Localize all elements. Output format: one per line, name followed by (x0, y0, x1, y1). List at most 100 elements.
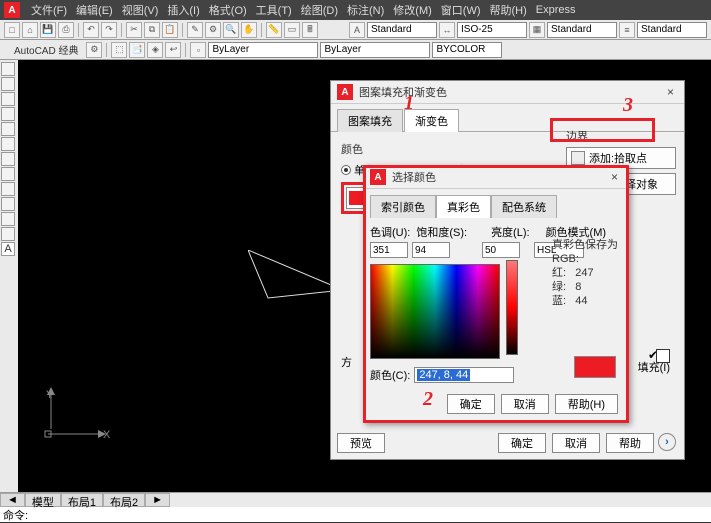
app-icon: A (4, 2, 20, 18)
ellipse-tool-icon[interactable] (1, 137, 15, 151)
help-button[interactable]: 帮助 (606, 433, 654, 453)
tool-icon[interactable]: ⚙ (205, 22, 221, 38)
hue-input[interactable]: 351 (370, 242, 408, 258)
border-group-label: 边界 (566, 128, 676, 144)
dimstyle-icon[interactable]: ↔ (439, 22, 455, 38)
copy-icon[interactable]: ⧉ (144, 22, 160, 38)
plot-icon[interactable]: ⎙ (58, 22, 74, 38)
mlstyle-dropdown[interactable]: Standard (637, 22, 707, 38)
menu-express[interactable]: Express (532, 3, 580, 17)
color-cancel-button[interactable]: 取消 (501, 394, 549, 414)
tab-gradient[interactable]: 渐变色 (404, 109, 459, 132)
hatch-dialog-titlebar[interactable]: A 图案填充和渐变色 × (331, 81, 684, 104)
tab-hatch[interactable]: 图案填充 (337, 109, 403, 132)
luminance-bar[interactable] (506, 260, 518, 355)
menu-modify[interactable]: 修改(M) (389, 1, 436, 19)
ucs-x-label: X (103, 429, 110, 441)
mlstyle-icon[interactable]: ≡ (619, 22, 635, 38)
ctab-true[interactable]: 真彩色 (436, 195, 491, 218)
model-tab[interactable]: 模型 (25, 493, 61, 507)
close-icon[interactable]: × (663, 85, 678, 99)
rect-tool-icon[interactable] (1, 122, 15, 136)
undo-icon[interactable]: ↶ (83, 22, 99, 38)
hatch-tool-icon[interactable] (1, 152, 15, 166)
side-toolbar: A (0, 60, 18, 492)
color-ok-button[interactable]: 确定 (447, 394, 495, 414)
menu-view[interactable]: 视图(V) (118, 1, 163, 19)
cut-icon[interactable]: ✂ (126, 22, 142, 38)
lum-label: 亮度(L): (491, 224, 530, 240)
menu-edit[interactable]: 编辑(E) (72, 1, 117, 19)
linetype-dropdown[interactable]: ByLayer (320, 42, 430, 58)
style-icon[interactable]: A (349, 22, 365, 38)
menu-insert[interactable]: 插入(I) (163, 1, 203, 19)
expand-icon[interactable]: › (658, 433, 676, 451)
ok-button[interactable]: 确定 (498, 433, 546, 453)
move-tool-icon[interactable] (1, 197, 15, 211)
pan-icon[interactable]: ✋ (241, 22, 257, 38)
layer-color-dropdown[interactable]: ByLayer (208, 42, 318, 58)
layer-iso-icon[interactable]: ◈ (147, 42, 163, 58)
ucs-icon: Y X (48, 429, 108, 442)
tablestyle-dropdown[interactable]: Standard (547, 22, 617, 38)
menu-dimension[interactable]: 标注(N) (343, 1, 388, 19)
save-icon[interactable]: 💾 (40, 22, 56, 38)
dimstyle-dropdown[interactable]: ISO-25 (457, 22, 527, 38)
arc-tool-icon[interactable] (1, 107, 15, 121)
workspace-label[interactable]: AutoCAD 经典 (8, 40, 84, 59)
sat-input[interactable]: 94 (412, 242, 450, 258)
lum-input[interactable]: 50 (482, 242, 520, 258)
circle-tool-icon[interactable] (1, 92, 15, 106)
text-tool-icon[interactable] (1, 167, 15, 181)
trim-tool-icon[interactable] (1, 227, 15, 241)
menu-draw[interactable]: 绘图(D) (297, 1, 342, 19)
lineweight-dropdown[interactable]: BYCOLOR (432, 42, 502, 58)
tab-nav-prev-icon[interactable]: ◄ (0, 493, 25, 507)
layout1-tab[interactable]: 布局1 (61, 493, 103, 507)
new-icon[interactable]: □ (4, 22, 20, 38)
command-line[interactable]: 命令: (0, 507, 711, 522)
line-tool-icon[interactable] (1, 62, 15, 76)
color-icon[interactable]: ▫ (190, 42, 206, 58)
match-icon[interactable]: ✎ (187, 22, 203, 38)
color-value-input[interactable]: 247, 8, 44 (414, 367, 514, 383)
color-spectrum[interactable] (370, 264, 500, 359)
zoom-icon[interactable]: 🔍 (223, 22, 239, 38)
menu-format[interactable]: 格式(O) (205, 1, 251, 19)
redo-icon[interactable]: ↷ (101, 22, 117, 38)
a-tool-icon[interactable]: A (1, 242, 15, 256)
color-dialog: A 选择颜色 × 索引颜色 真彩色 配色系统 色调(U): 饱和度(S): 亮度… (363, 165, 629, 423)
status-bar: ◄ 模型 布局1 布局2 ► 命令: (0, 492, 711, 522)
paste-icon[interactable]: 📋 (162, 22, 178, 38)
open-icon[interactable]: ⌂ (22, 22, 38, 38)
ctab-books[interactable]: 配色系统 (491, 195, 557, 218)
dist-icon[interactable]: 📏 (266, 22, 282, 38)
rgb-readout: 真彩色保存为 RGB: 红: 247 绿: 8 蓝: 44 (552, 238, 618, 308)
tab-nav-next-icon[interactable]: ► (145, 493, 170, 507)
copy-tool-icon[interactable] (1, 212, 15, 226)
menu-window[interactable]: 窗口(W) (437, 1, 485, 19)
menu-file[interactable]: 文件(F) (27, 1, 71, 19)
color-dialog-titlebar[interactable]: A 选择颜色 × (364, 166, 628, 189)
toolbar-standard: □ ⌂ 💾 ⎙ ↶ ↷ ✂ ⧉ 📋 ✎ ⚙ 🔍 ✋ 📏 ▭ 🖩 A Standa… (0, 20, 711, 40)
color-close-icon[interactable]: × (607, 170, 622, 184)
tablestyle-icon[interactable]: ▦ (529, 22, 545, 38)
area-icon[interactable]: ▭ (284, 22, 300, 38)
workspace-gear-icon[interactable]: ⚙ (86, 42, 102, 58)
preview-button[interactable]: 预览 (337, 433, 385, 453)
ctab-index[interactable]: 索引颜色 (370, 195, 436, 218)
dim-tool-icon[interactable] (1, 182, 15, 196)
layout2-tab[interactable]: 布局2 (103, 493, 145, 507)
calc-icon[interactable]: 🖩 (302, 22, 318, 38)
menu-help[interactable]: 帮助(H) (486, 1, 531, 19)
layer-prev-icon[interactable]: ↩ (165, 42, 181, 58)
sat-label: 饱和度(S): (416, 224, 467, 240)
layer-state-icon[interactable]: 📑 (129, 42, 145, 58)
layer-icon[interactable]: ⬚ (111, 42, 127, 58)
dialog-button-row: 预览 确定 取消 帮助 (337, 433, 654, 453)
color-help-button[interactable]: 帮助(H) (555, 394, 618, 414)
menu-tools[interactable]: 工具(T) (252, 1, 296, 19)
cancel-button[interactable]: 取消 (552, 433, 600, 453)
polyline-tool-icon[interactable] (1, 77, 15, 91)
textstyle-dropdown[interactable]: Standard (367, 22, 437, 38)
